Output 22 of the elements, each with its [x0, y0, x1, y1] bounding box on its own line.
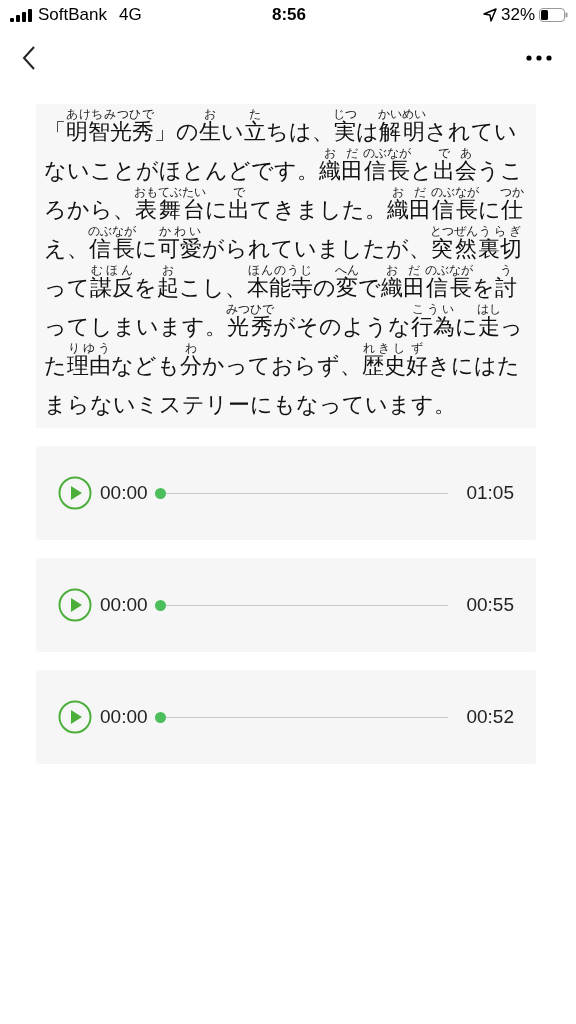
clock-time: 8:56 [271, 5, 307, 25]
signal-icon [10, 8, 32, 22]
network-type: 4G [119, 5, 142, 25]
current-time: 00:00 [100, 482, 148, 504]
play-icon[interactable] [58, 700, 92, 734]
play-icon[interactable] [58, 588, 92, 622]
current-time: 00:00 [100, 594, 148, 616]
duration-time: 01:05 [466, 482, 514, 504]
back-icon[interactable] [22, 46, 36, 70]
battery-percentage: 32% [500, 5, 535, 25]
article-paragraph: 「明智光秀 あけちみつひで 」の生 お い立 た ちは、実 じつ は解明 かいめい されていないことがほとんどです。織田 おだ 信長 のぶなが と 出会 であ うころから、表舞台 おもてぶたい に出 で てきました。織田 おだ 信長 のぶなが に仕 つか え、信長 のぶなが に可愛 かわい がられていましたが、突然 とつぜん 裏切 うらぎ って謀反 むほん を起 お こし、本能寺 ほんのうじ の変 へん で織田 おだ 信長 のぶなが を討 う ってしまいます。光秀 みつひで がそのような行為 こうい に走 はし った理由 りゆう なども分 わ かっておらず、歴史 れきし 好 ず きにはたまらないミステリーにもなっています。 [44, 108, 525, 419]
duration-time: 00:55 [466, 594, 514, 616]
progress-handle[interactable] [154, 487, 166, 499]
progress-handle[interactable] [154, 711, 166, 723]
play-icon[interactable] [58, 476, 92, 510]
location-arrow-icon [482, 8, 497, 22]
carrier-name: SoftBank [38, 5, 107, 25]
progress-handle[interactable] [154, 599, 166, 611]
duration-time: 00:52 [466, 706, 514, 728]
current-time: 00:00 [100, 706, 148, 728]
battery-icon [539, 8, 568, 22]
more-icon[interactable] [526, 55, 552, 61]
